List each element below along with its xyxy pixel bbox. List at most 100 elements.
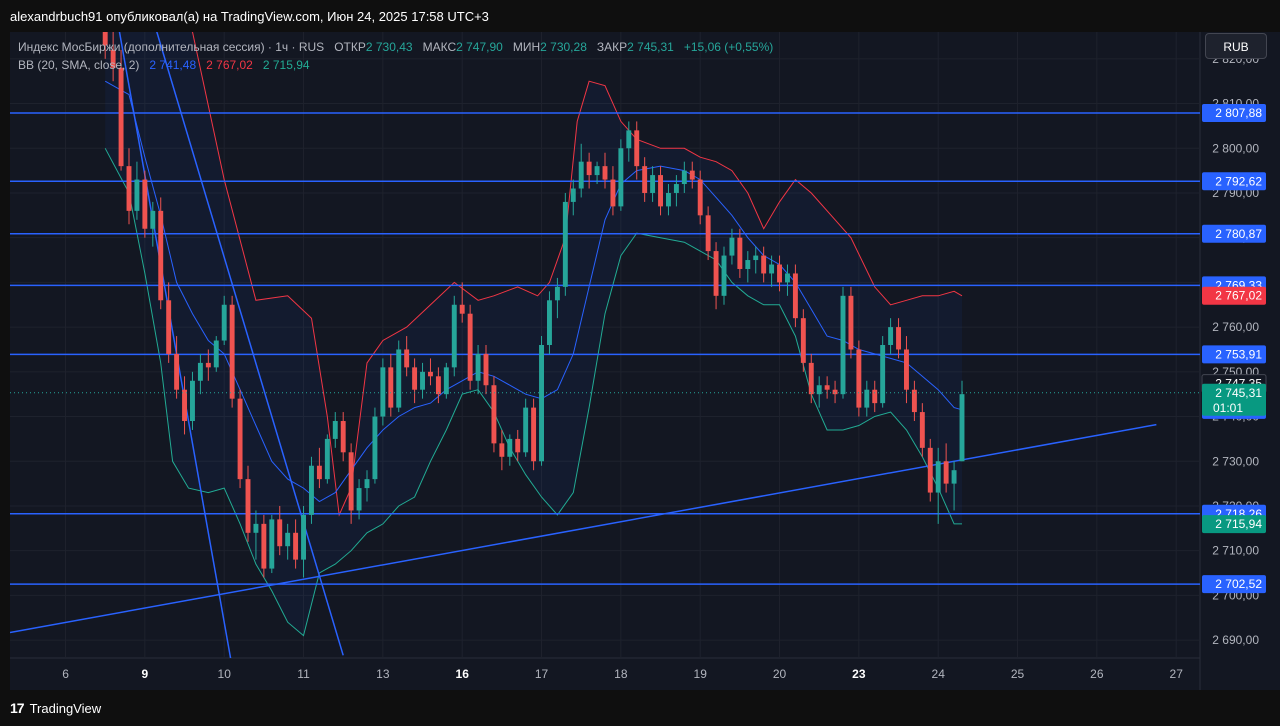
open-value: 2 730,43 — [365, 40, 413, 54]
change-value: +15,06 (+0,55%) — [683, 40, 774, 54]
candle-body — [761, 255, 767, 274]
candle-body — [237, 398, 243, 480]
candle-body — [650, 175, 656, 193]
candle-body — [372, 416, 378, 480]
candle-body — [309, 465, 314, 515]
candle-body — [896, 327, 901, 350]
candle-body — [150, 210, 156, 229]
candle-body — [658, 175, 663, 207]
tradingview-logo[interactable]: 17 TradingView — [10, 700, 101, 716]
candle-body — [332, 421, 338, 439]
candle-body — [777, 264, 782, 283]
tradingview-brand-name: TradingView — [29, 700, 102, 716]
candle-body — [832, 389, 838, 395]
price-tick-label: 2 800,00 — [1212, 141, 1259, 155]
candle-body — [174, 353, 180, 390]
candle-body — [729, 237, 735, 256]
candle-body — [531, 407, 537, 462]
chart-legend: Индекс МосБиржи (дополнительная сессия) … — [18, 38, 773, 74]
price-markers: 2 807,882 792,622 780,872 769,332 753,91… — [1201, 104, 1267, 594]
candle-body — [364, 479, 370, 489]
candle-body — [483, 353, 489, 386]
candle-body — [166, 300, 172, 354]
candle-body — [182, 389, 187, 422]
candle-body — [277, 519, 283, 547]
candle-body — [190, 380, 195, 422]
candle-body — [324, 438, 330, 480]
candle-body — [634, 130, 640, 167]
candle-body — [316, 465, 322, 480]
candle-body — [745, 260, 751, 269]
level-label-text: 2 702,52 — [1215, 577, 1262, 591]
candle-body — [443, 367, 449, 395]
open-label: ОТКР — [334, 40, 366, 54]
candle-body — [594, 166, 600, 176]
candle-body — [785, 273, 790, 283]
instrument-title[interactable]: Индекс МосБиржи (дополнительная сессия) … — [18, 40, 324, 54]
time-tick-label: 24 — [932, 667, 946, 681]
bb-lower-value: 2 715,94 — [262, 58, 310, 72]
publish-header: alexandrbuch91 опубликовал(а) на Trading… — [0, 0, 1280, 32]
candle-body — [919, 412, 925, 448]
candle-body — [935, 461, 941, 493]
candle-body — [880, 345, 886, 404]
low-value: 2 730,28 — [540, 40, 587, 54]
candle-body — [293, 532, 299, 560]
bar-countdown: 01:01 — [1213, 401, 1243, 415]
currency-button[interactable]: RUB — [1205, 33, 1267, 59]
candle-body — [380, 367, 386, 417]
candle-body — [689, 170, 695, 180]
candle-body — [721, 255, 727, 296]
candle-body — [523, 407, 529, 453]
time-tick-label: 18 — [614, 667, 628, 681]
time-tick-label: 25 — [1011, 667, 1025, 681]
time-tick-label: 26 — [1090, 667, 1104, 681]
candle-body — [499, 443, 505, 457]
candle-body — [285, 532, 291, 547]
bb-indicator-label[interactable]: BB (20, SMA, close, 2) — [18, 58, 139, 72]
candle-body — [554, 286, 560, 301]
candle-body — [713, 251, 719, 296]
candle-body — [562, 201, 568, 287]
candle-body — [618, 148, 624, 207]
candle-body — [856, 349, 862, 408]
level-label-text: 2 753,91 — [1215, 347, 1262, 361]
candle-body — [491, 385, 497, 444]
candle-body — [269, 519, 275, 569]
candle-body — [396, 349, 402, 408]
price-marker-text: 2 715,94 — [1215, 517, 1262, 531]
candle-body — [245, 479, 251, 533]
candle-body — [348, 452, 354, 511]
candle-body — [213, 340, 219, 368]
time-tick-label: 23 — [852, 667, 866, 681]
candle-body — [800, 318, 806, 363]
candle-body — [507, 438, 513, 457]
candle-body — [459, 304, 465, 314]
candle-body — [824, 385, 830, 390]
time-tick-label: 6 — [62, 667, 69, 681]
candle-body — [134, 179, 140, 211]
candle-body — [872, 389, 878, 404]
time-tick-label: 19 — [694, 667, 708, 681]
candle-body — [951, 470, 957, 484]
legend-bb-row: BB (20, SMA, close, 2) 2 741,48 2 767,02… — [18, 56, 773, 74]
price-chart[interactable]: 2 690,002 700,002 710,002 720,002 730,00… — [0, 0, 1280, 726]
candle-body — [142, 179, 148, 229]
price-tick-label: 2 760,00 — [1212, 320, 1259, 334]
level-label-text: 2 807,88 — [1215, 106, 1262, 120]
time-axis[interactable]: 6 9 10 11 13 16 17 18 19 20 23 24 25 26 27 — [62, 667, 1183, 681]
close-label: ЗАКР — [596, 40, 628, 54]
candle-body — [610, 179, 616, 207]
candle-body — [420, 371, 425, 390]
candle-body — [547, 300, 552, 345]
candle-body — [681, 170, 687, 185]
candle-body — [904, 349, 909, 390]
candle-body — [158, 210, 164, 301]
candle-body — [340, 421, 346, 453]
candle-body — [467, 313, 473, 381]
candle-body — [927, 447, 933, 493]
footer-bar: 17 TradingView — [0, 690, 1280, 726]
candle-body — [451, 304, 457, 368]
low-label: МИН — [512, 40, 541, 54]
candle-body — [888, 327, 894, 345]
